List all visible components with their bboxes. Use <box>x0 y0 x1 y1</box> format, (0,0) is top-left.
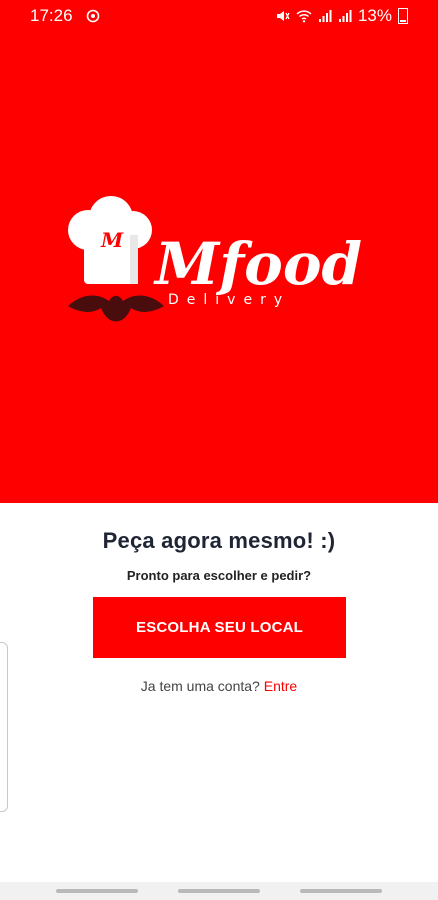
hero-banner: 17:26 13% M Mfood Delivery <box>0 0 438 503</box>
battery-icon <box>398 8 408 24</box>
nav-back-button[interactable] <box>300 889 382 893</box>
login-link[interactable]: Entre <box>264 678 297 694</box>
status-icons: 13% <box>276 6 408 26</box>
nav-recents-button[interactable] <box>56 889 138 893</box>
mute-icon <box>276 11 290 21</box>
login-prompt-row: Ja tem uma conta? Entre <box>0 678 438 694</box>
chef-hat-letter: M <box>100 228 124 252</box>
brand-tagline: Delivery <box>168 292 290 308</box>
navigation-bar <box>0 882 438 900</box>
signal-icon-2 <box>338 10 352 22</box>
nav-home-button[interactable] <box>178 889 260 893</box>
page-subtitle: Pronto para escolher e pedir? <box>126 568 312 583</box>
brand-name: Mfood <box>153 230 362 298</box>
signal-icon <box>318 10 332 22</box>
status-time: 17:26 <box>30 6 73 25</box>
mfood-logo: M Mfood Delivery <box>68 196 362 322</box>
wifi-icon <box>296 10 312 23</box>
choose-location-button[interactable]: ESCOLHA SEU LOCAL <box>93 597 346 658</box>
mustache-icon <box>68 295 164 322</box>
page-title: Peça agora mesmo! :) <box>102 528 336 553</box>
sync-icon <box>86 8 100 28</box>
login-prompt: Ja tem uma conta? <box>140 678 260 694</box>
status-bar: 17:26 13% <box>0 0 438 32</box>
battery-percent: 13% <box>357 6 392 25</box>
edge-panel-handle[interactable] <box>0 642 8 812</box>
